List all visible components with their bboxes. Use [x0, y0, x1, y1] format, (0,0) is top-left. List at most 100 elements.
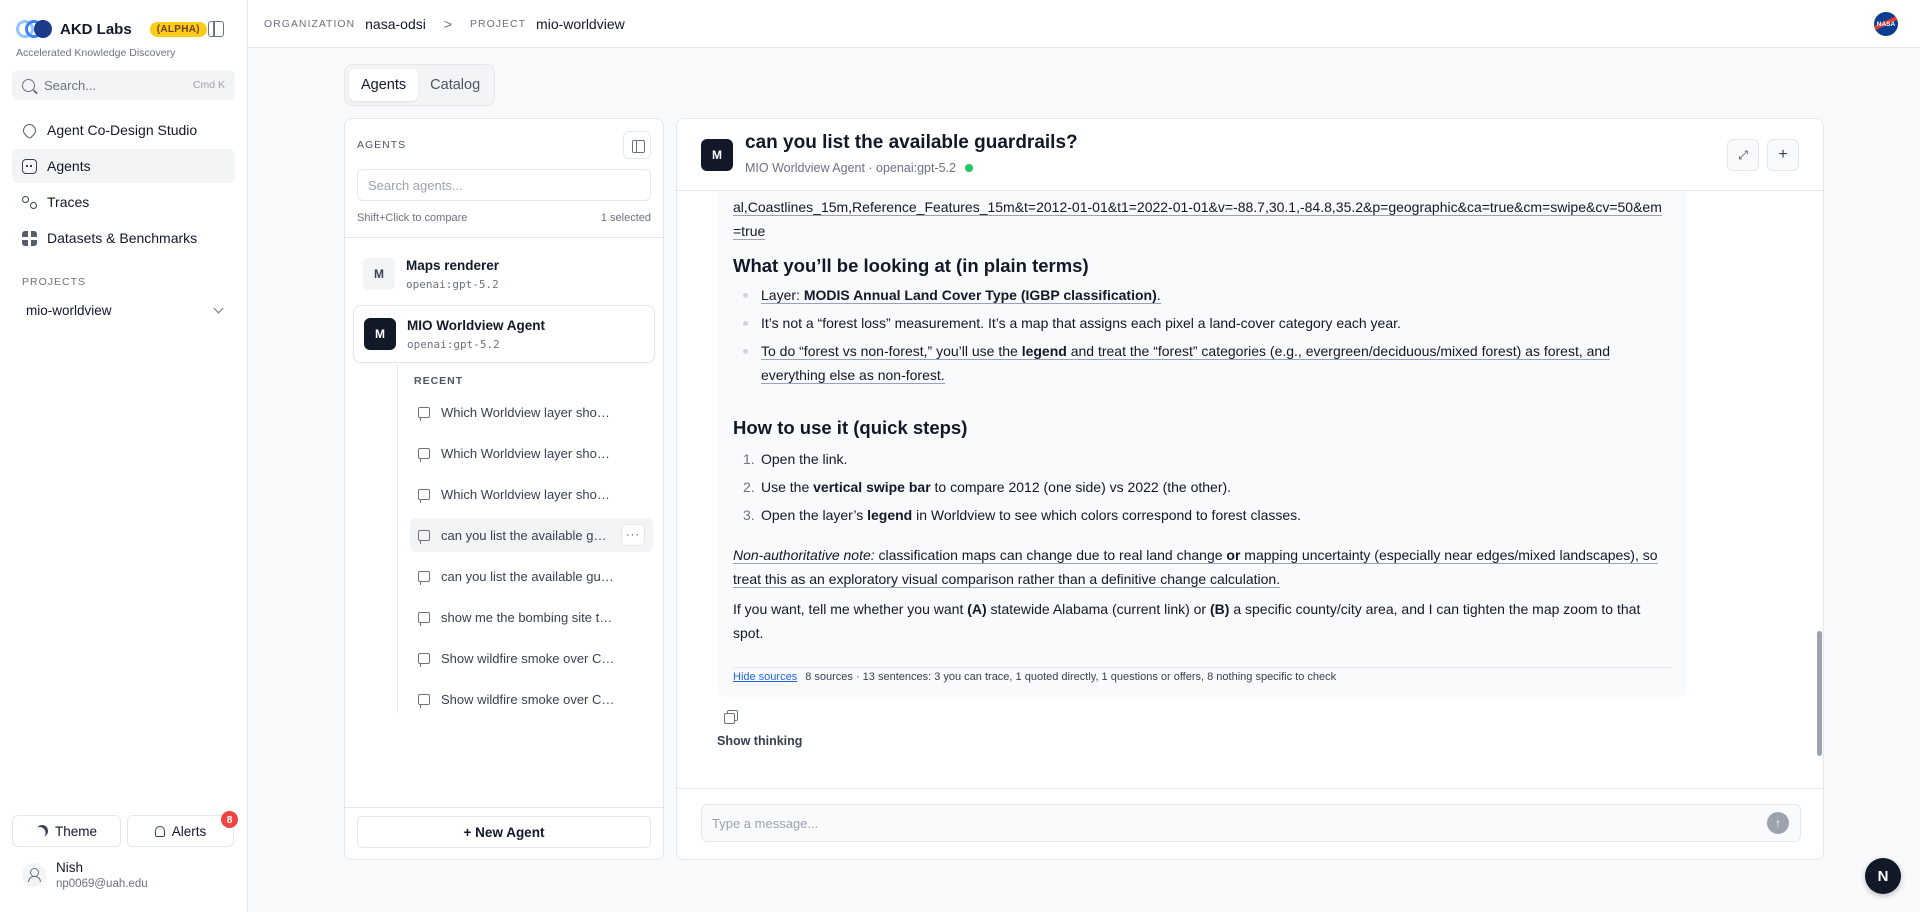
more-options-button[interactable]: ··· [621, 524, 645, 546]
nav-item-traces[interactable]: Traces [12, 185, 235, 219]
new-chat-button[interactable]: + [1767, 139, 1799, 171]
recent-item[interactable]: can you list the available guardrails? [410, 559, 653, 593]
project-selector[interactable]: mio-worldview [26, 300, 224, 320]
agents-search-input[interactable] [357, 169, 651, 201]
followup-text: a specific county/city area, and I can t… [1229, 601, 1641, 617]
chat-bubble-icon [418, 570, 430, 585]
note-bold: or [1226, 547, 1241, 563]
user-icon [22, 863, 46, 887]
recent-item-label: Which Worldview layer shows forest loss … [441, 404, 616, 420]
bullet-bold: legend [1021, 343, 1067, 359]
tab-catalog[interactable]: Catalog [418, 69, 492, 101]
nav-item-agent-co-design-studio[interactable]: Agent Co-Design Studio [12, 113, 235, 147]
nav-item-label: Agent Co-Design Studio [47, 122, 198, 138]
project-label: PROJECT [470, 17, 527, 30]
selected-count: 1 selected [600, 212, 651, 224]
left-sidebar: AKD Labs (ALPHA) Accelerated Knowledge D… [0, 0, 248, 912]
brand[interactable]: AKD Labs (ALPHA) [16, 20, 207, 38]
bullet-text: and treat the “forest” categories (e.g.,… [1066, 343, 1610, 359]
bot-icon [22, 158, 37, 174]
step-text: Open the link. [761, 451, 848, 467]
agent-avatar: M [364, 318, 396, 350]
org-name[interactable]: nasa-odsi [365, 16, 426, 32]
agent-model: openai:gpt-5.2 [406, 277, 499, 291]
chat-bubble-icon [418, 693, 430, 708]
worldview-link[interactable]: al,Coastlines_15m,Reference_Features_15m… [733, 195, 1673, 243]
scrollbar[interactable] [1817, 191, 1822, 788]
divider [677, 788, 1823, 789]
agent-avatar: M [701, 139, 733, 171]
nav-item-label: Agents [47, 158, 91, 174]
expand-icon[interactable]: ⤢ [1727, 139, 1759, 171]
bullet-item: To do “forest vs non-forest,” you’ll use… [743, 339, 1661, 387]
nasa-logo-text: NASA [1876, 20, 1896, 28]
step-bold: vertical swipe bar [813, 479, 931, 495]
agent-name: Maps renderer [406, 257, 500, 273]
sidebar-toggle-icon[interactable] [208, 21, 224, 37]
user-profile[interactable]: Nish np0069@uah.edu [22, 860, 148, 890]
assistant-fab-button[interactable]: N [1865, 858, 1901, 894]
send-button[interactable]: ↑ [1767, 812, 1789, 834]
agent-card-mio-worldview[interactable]: M MIO Worldview Agent openai:gpt-5.2 [353, 305, 655, 363]
recent-label: RECENT [414, 375, 464, 387]
agent-card-maps-renderer[interactable]: M Maps renderer openai:gpt-5.2 [353, 245, 655, 303]
search-icon [22, 78, 35, 92]
agents-panel: AGENTS Shift+Click to compare 1 selected… [344, 118, 664, 860]
nav-item-label: Traces [47, 194, 90, 210]
step-text: Use the [761, 479, 814, 495]
recent-item-active[interactable]: can you list the available guardrails? ·… [410, 518, 653, 552]
copy-icon[interactable] [723, 709, 739, 725]
moon-icon [34, 823, 49, 838]
step-text: Open the layer’s [761, 507, 868, 523]
recent-item[interactable]: Show wildfire smoke over California [410, 641, 653, 675]
nav-item-agents[interactable]: Agents [12, 149, 235, 183]
followup-text: If you want, tell me whether you want [733, 601, 968, 617]
nav-item-datasets-benchmarks[interactable]: Datasets & Benchmarks [12, 221, 235, 255]
chat-bubble-icon [418, 488, 430, 503]
recent-item[interactable]: Which Worldview layer shows forest loss … [410, 395, 653, 429]
recent-item-label: show me the bombing site that happened [441, 609, 616, 625]
chat-bubble-icon [418, 406, 430, 421]
tab-agents[interactable]: Agents [349, 69, 419, 101]
agent-name: MIO Worldview Agent [407, 317, 546, 333]
alerts-button[interactable]: Alerts [127, 815, 234, 847]
recent-item[interactable]: Which Worldview layer shows forest loss … [410, 477, 653, 511]
hide-sources-link[interactable]: Hide sources [733, 671, 797, 683]
user-name: Nish [56, 860, 84, 875]
recent-item-label: can you list the available guardrails? [441, 568, 616, 584]
step-item: 1. Open the link. [743, 447, 1661, 471]
recent-item-label: Which Worldview layer shows forest loss … [441, 445, 616, 461]
note-italic: Non-authoritative note: [733, 547, 875, 563]
followup-paragraph: If you want, tell me whether you want (A… [733, 597, 1673, 645]
sources-bar: Hide sources 8 sources · 13 sentences: 3 … [733, 671, 1336, 683]
heading-looking-at: What you’ll be looking at (in plain term… [733, 255, 1089, 276]
theme-button[interactable]: Theme [12, 815, 121, 847]
alerts-count-badge: 8 [221, 811, 238, 828]
assistant-message: al,Coastlines_15m,Reference_Features_15m… [717, 191, 1687, 697]
step-text: to compare 2012 (one side) vs 2022 (the … [930, 479, 1232, 495]
nasa-logo-icon[interactable]: NASA [1874, 12, 1898, 36]
step-number: 2. [743, 479, 755, 495]
brand-tagline: Accelerated Knowledge Discovery [16, 47, 176, 59]
agent-model: openai:gpt-5.2 [407, 337, 500, 351]
show-thinking-button[interactable]: Show thinking [717, 734, 802, 748]
recent-item[interactable]: Which Worldview layer shows forest loss … [410, 436, 653, 470]
new-agent-button[interactable]: + New Agent [357, 816, 651, 848]
agent-model-info: MIO Worldview Agent · openai:gpt-5.2 [745, 161, 956, 175]
followup-text: statewide Alabama (current link) or [986, 601, 1210, 617]
recent-item[interactable]: show me the bombing site that happened [410, 600, 653, 634]
panel-collapse-icon[interactable] [623, 131, 651, 159]
followup-text: spot. [733, 625, 764, 641]
scrollbar-thumb[interactable] [1817, 631, 1822, 756]
recent-item[interactable]: Show wildfire smoke over California [410, 682, 653, 716]
top-bar: ORGANIZATION nasa-odsi > PROJECT mio-wor… [248, 0, 1920, 48]
brand-name: AKD Labs [60, 20, 132, 38]
message-list[interactable]: al,Coastlines_15m,Reference_Features_15m… [677, 191, 1823, 788]
project-name-breadcrumb[interactable]: mio-worldview [536, 16, 625, 32]
bullet-item: Layer: MODIS Annual Land Cover Type (IGB… [743, 283, 1661, 307]
step-item: 2. Use the vertical swipe bar to compare … [743, 475, 1661, 499]
message-input[interactable] [701, 804, 1801, 842]
note-text: mapping uncertainty (especially near edg… [1240, 547, 1658, 563]
chat-bubble-icon [418, 447, 430, 462]
global-search[interactable]: Search... Cmd K [12, 70, 235, 100]
